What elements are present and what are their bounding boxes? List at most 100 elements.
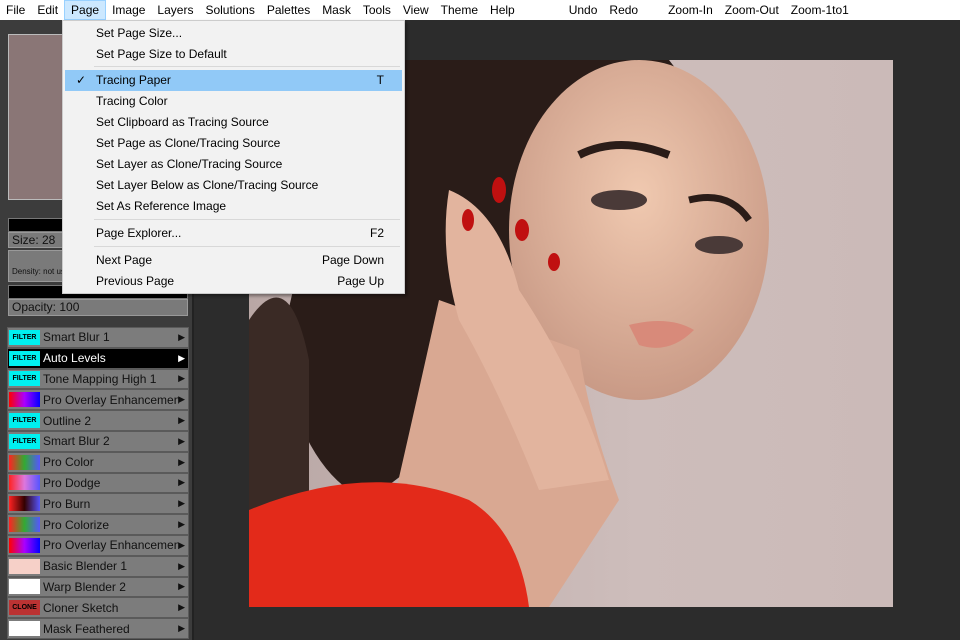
menu-help[interactable]: Help <box>484 0 521 20</box>
brush-item[interactable]: Mask Feathered ▶ <box>7 618 189 639</box>
submenu-arrow-icon[interactable]: ▶ <box>178 561 185 572</box>
menu-edit[interactable]: Edit <box>31 0 64 20</box>
submenu-arrow-icon[interactable]: ▶ <box>178 373 185 384</box>
brush-label: Auto Levels <box>43 351 106 366</box>
brush-label: Basic Blender 1 <box>43 559 128 574</box>
brush-label: Pro Overlay Enhancement <box>43 392 179 407</box>
brush-item[interactable]: FILTER Auto Levels ▶ <box>7 347 189 369</box>
menu-item-label: Set Page as Clone/Tracing Source <box>96 136 281 150</box>
brush-thumbnail <box>9 621 40 637</box>
brush-label: Smart Blur 1 <box>43 330 110 345</box>
menu-item[interactable]: Previous Page Page Up <box>65 271 402 292</box>
brush-thumbnail <box>9 392 40 408</box>
menu-item-label: Next Page <box>96 253 153 267</box>
brush-item[interactable]: Basic Blender 1 ▶ <box>7 555 189 577</box>
zoom-1to1-button[interactable]: Zoom-1to1 <box>785 0 855 20</box>
menu-view[interactable]: View <box>397 0 435 20</box>
submenu-arrow-icon[interactable]: ▶ <box>178 519 185 530</box>
brush-item[interactable]: FILTER Smart Blur 2 ▶ <box>7 430 189 452</box>
menu-mask[interactable]: Mask <box>316 0 357 20</box>
menu-item-label: Tracing Color <box>96 94 168 108</box>
brush-item[interactable]: Pro Colorize ▶ <box>7 514 189 535</box>
menu-palettes[interactable]: Palettes <box>261 0 316 20</box>
menu-shortcut: F2 <box>369 226 384 240</box>
brush-item[interactable]: Warp Blender 2 ▶ <box>7 576 189 598</box>
menu-item[interactable]: ✓ Tracing Paper T <box>65 70 402 91</box>
brush-label: Tone Mapping High 1 <box>43 371 157 386</box>
menu-item-label: Page Explorer... <box>96 226 182 240</box>
menu-item[interactable]: Set As Reference Image <box>65 196 402 217</box>
menu-item-label: Previous Page <box>96 274 175 288</box>
menu-item[interactable]: Set Page as Clone/Tracing Source <box>65 133 402 154</box>
menu-file[interactable]: File <box>0 0 31 20</box>
brush-item[interactable]: FILTER Smart Blur 1 ▶ <box>7 327 189 348</box>
menu-item[interactable]: Set Layer Below as Clone/Tracing Source <box>65 175 402 196</box>
brush-item[interactable]: Pro Overlay Enhancement ▶ <box>7 534 189 556</box>
menu-shortcut: Page Down <box>321 253 384 267</box>
menu-bar: File Edit Page Image Layers Solutions Pa… <box>0 0 960 20</box>
menu-item[interactable]: Next Page Page Down <box>65 250 402 271</box>
brush-thumbnail: FILTER <box>9 350 40 366</box>
menu-image[interactable]: Image <box>106 0 151 20</box>
menu-item-label: Set Layer Below as Clone/Tracing Source <box>96 178 319 192</box>
submenu-arrow-icon[interactable]: ▶ <box>178 332 185 343</box>
undo-button[interactable]: Undo <box>563 0 604 20</box>
brush-thumbnail <box>9 537 40 553</box>
zoom-in-button[interactable]: Zoom-In <box>662 0 719 20</box>
menu-solutions[interactable]: Solutions <box>199 0 260 20</box>
menu-item-label: Set As Reference Image <box>96 199 227 213</box>
menu-page[interactable]: Page <box>64 0 107 20</box>
brush-thumbnail: FILTER <box>9 371 40 387</box>
menu-item-label: Set Layer as Clone/Tracing Source <box>96 157 283 171</box>
brush-thumbnail <box>9 517 40 533</box>
brush-thumbnail: CLONE <box>9 600 40 616</box>
brush-list: FILTER Smart Blur 1 ▶ FILTER Auto Levels ▶ FIL… <box>7 327 189 639</box>
menu-item[interactable]: Tracing Color <box>65 91 402 112</box>
brush-thumbnail <box>9 558 40 574</box>
submenu-arrow-icon[interactable]: ▶ <box>178 457 185 468</box>
menu-item[interactable]: Page Explorer... F2 <box>65 223 402 244</box>
submenu-arrow-icon[interactable]: ▶ <box>178 415 185 426</box>
menu-item[interactable]: Set Page Size... <box>65 23 402 44</box>
submenu-arrow-icon[interactable]: ▶ <box>178 394 185 405</box>
opacity-label: Opacity: 100 <box>8 299 188 316</box>
submenu-arrow-icon[interactable]: ▶ <box>178 353 185 364</box>
menu-item[interactable]: Set Layer as Clone/Tracing Source <box>65 154 402 175</box>
brush-item[interactable]: Pro Overlay Enhancement ▶ <box>7 389 189 411</box>
menu-item-label: Set Page Size... <box>96 26 183 40</box>
menu-item[interactable]: Set Clipboard as Tracing Source <box>65 112 402 133</box>
submenu-arrow-icon[interactable]: ▶ <box>178 540 185 551</box>
submenu-arrow-icon[interactable]: ▶ <box>178 498 185 509</box>
brush-item[interactable]: Pro Dodge ▶ <box>7 472 189 494</box>
menu-separator <box>94 246 400 247</box>
submenu-arrow-icon[interactable]: ▶ <box>178 581 185 592</box>
submenu-arrow-icon[interactable]: ▶ <box>178 602 185 613</box>
submenu-arrow-icon[interactable]: ▶ <box>178 623 185 634</box>
brush-item[interactable]: FILTER Tone Mapping High 1 ▶ <box>7 368 189 390</box>
menu-item-label: Set Page Size to Default <box>96 47 227 61</box>
submenu-arrow-icon[interactable]: ▶ <box>178 477 185 488</box>
brush-thumbnail <box>9 475 40 491</box>
brush-label: Pro Color <box>43 455 94 470</box>
brush-label: Warp Blender 2 <box>43 579 126 594</box>
menu-theme[interactable]: Theme <box>435 0 484 20</box>
brush-item[interactable]: CLONE Cloner Sketch ▶ <box>7 597 189 619</box>
submenu-arrow-icon[interactable]: ▶ <box>178 436 185 447</box>
menu-shortcut: Page Up <box>337 274 384 288</box>
redo-button[interactable]: Redo <box>603 0 644 20</box>
brush-label: Pro Burn <box>43 496 91 511</box>
zoom-out-button[interactable]: Zoom-Out <box>719 0 785 20</box>
brush-item[interactable]: Pro Color ▶ <box>7 451 189 473</box>
page-menu-dropdown: Set Page Size... Set Page Size to Default… <box>62 20 405 294</box>
menu-item[interactable]: Set Page Size to Default <box>65 44 402 65</box>
menu-item-label: Tracing Paper <box>96 73 171 87</box>
menu-layers[interactable]: Layers <box>151 0 199 20</box>
brush-item[interactable]: Pro Burn ▶ <box>7 493 189 515</box>
brush-thumbnail: FILTER <box>9 329 40 345</box>
menu-tools[interactable]: Tools <box>357 0 397 20</box>
brush-label: Smart Blur 2 <box>43 434 110 449</box>
brush-thumbnail <box>9 454 40 470</box>
brush-label: Pro Overlay Enhancement <box>43 538 179 553</box>
brush-item[interactable]: FILTER Outline 2 ▶ <box>7 410 189 431</box>
menu-separator <box>94 219 400 220</box>
